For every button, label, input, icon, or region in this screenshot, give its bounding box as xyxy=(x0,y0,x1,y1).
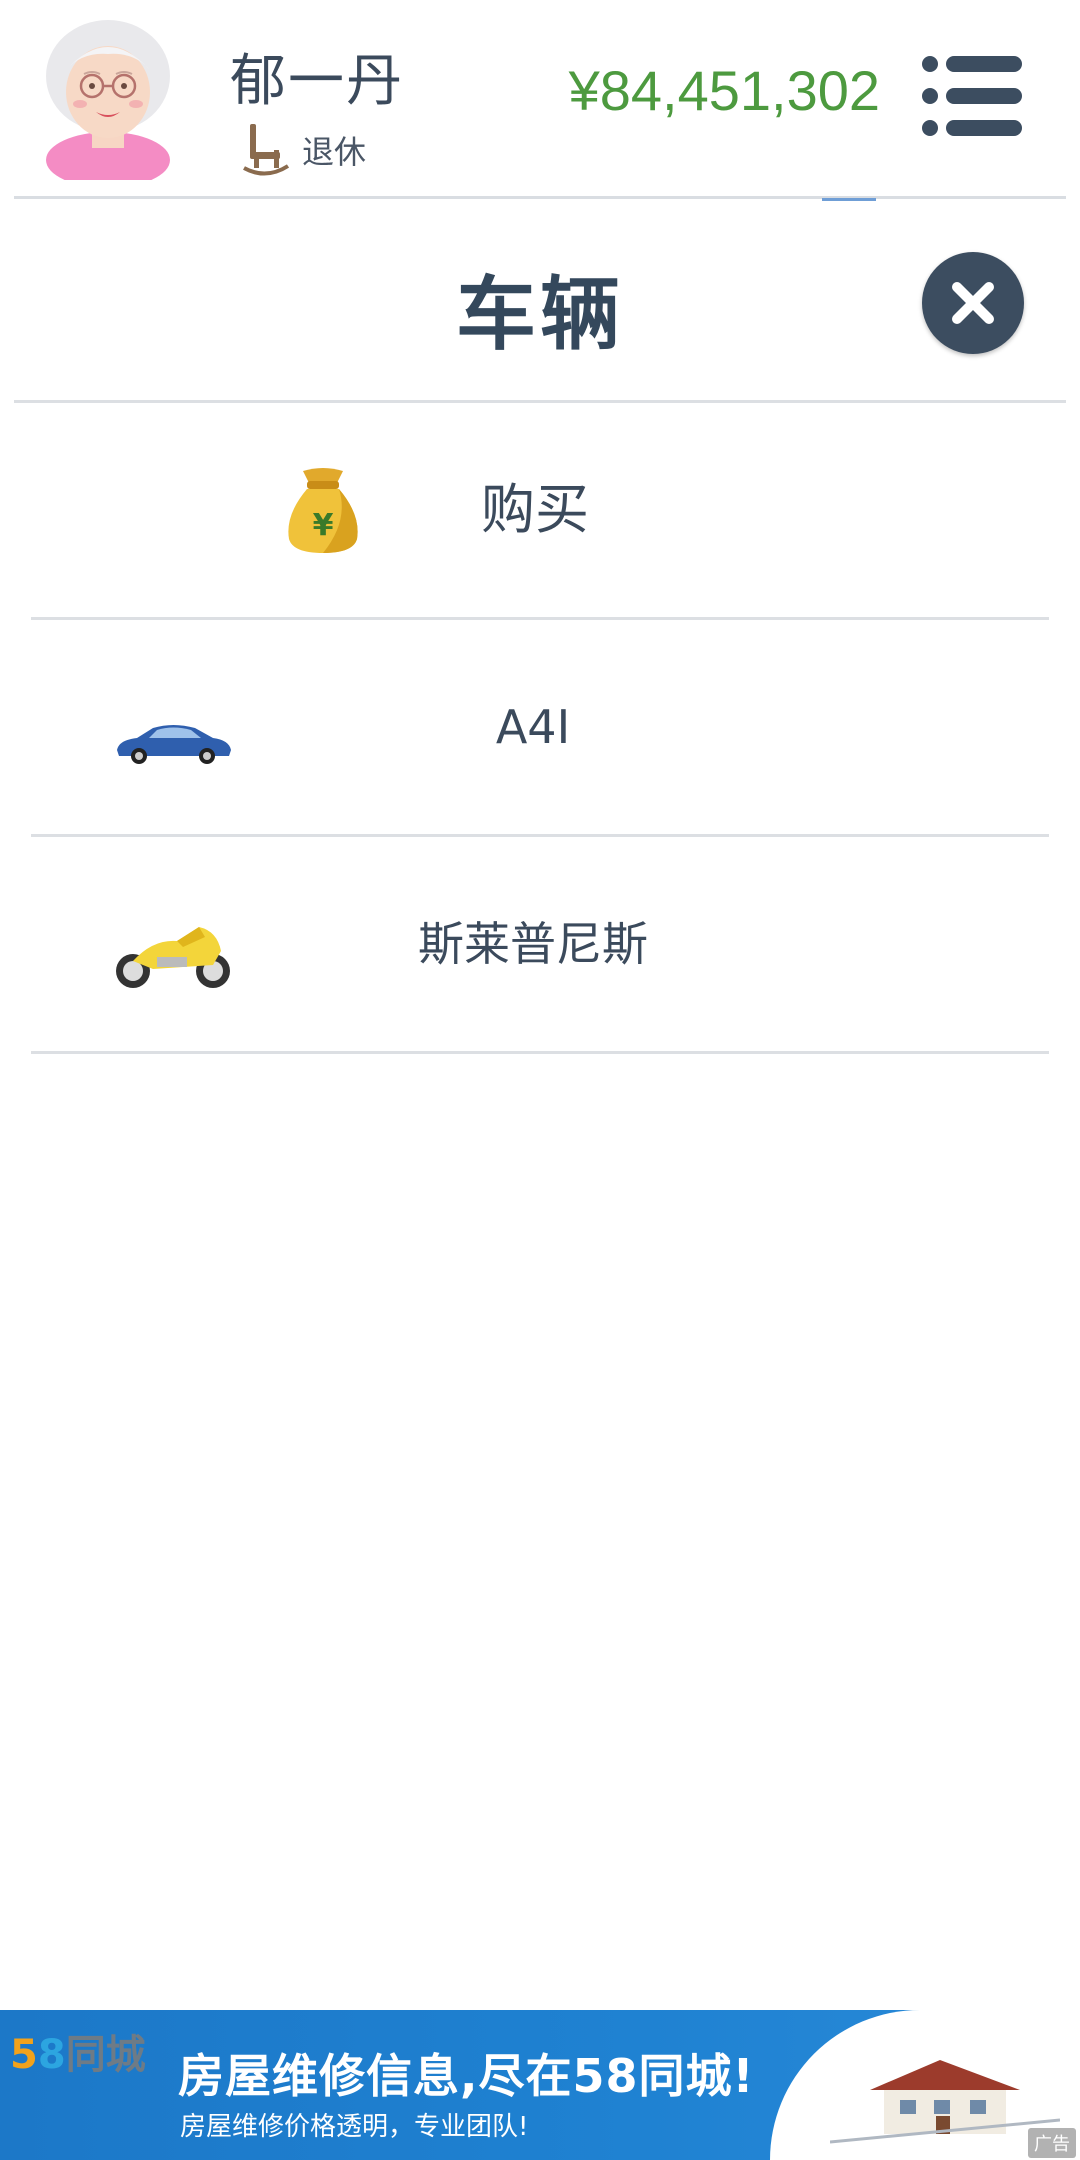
close-button[interactable] xyxy=(922,252,1024,354)
vehicle-list: ¥ 购买 A4I 斯莱普尼斯 xyxy=(31,403,1049,1054)
svg-text:¥: ¥ xyxy=(313,508,334,543)
ad-logo-digit-5: 5 xyxy=(10,2032,38,2078)
buy-label: 购买 xyxy=(481,478,589,541)
vehicles-screen: 郁一丹 退休 ¥84,451,302 车辆 ¥ 购买 A4I 斯莱普尼斯 58同… xyxy=(0,0,1080,2160)
ad-logo-digit-8: 8 xyxy=(37,2032,66,2078)
player-name: 郁一丹 xyxy=(230,49,404,114)
vehicle-name: 斯莱普尼斯 xyxy=(418,917,648,971)
ad-logo: 58同城 xyxy=(10,2022,146,2080)
ad-tag: 广告 xyxy=(1028,2128,1076,2158)
list-menu-icon[interactable] xyxy=(920,56,1024,136)
buy-vehicle-button[interactable]: ¥ 购买 xyxy=(31,403,1049,620)
player-header: 郁一丹 退休 ¥84,451,302 xyxy=(0,0,1080,201)
close-x-icon xyxy=(952,282,994,324)
money-balance: ¥84,451,302 xyxy=(568,59,880,122)
vehicle-name: A4I xyxy=(495,700,571,754)
ad-banner[interactable]: 58同城 房屋维修信息,尽在58同城! 房屋维修价格透明，专业团队! 广告 xyxy=(0,2010,1080,2160)
modal-title: 车辆 xyxy=(456,268,624,361)
status-label: 退休 xyxy=(302,133,367,171)
ad-headline: 房屋维修信息,尽在58同城! xyxy=(178,2049,755,2103)
status-row: 退休 xyxy=(242,120,366,180)
header-divider xyxy=(14,196,1066,199)
grandma-avatar-icon[interactable] xyxy=(38,14,178,188)
vehicle-row-motorcycle[interactable]: 斯莱普尼斯 xyxy=(31,837,1049,1054)
modal-header: 车辆 xyxy=(14,200,1066,402)
ad-subtitle: 房屋维修价格透明，专业团队! xyxy=(180,2112,529,2142)
ad-logo-text: 同城 xyxy=(65,2032,146,2078)
rocking-chair-icon xyxy=(242,120,290,180)
money-bag-icon: ¥ xyxy=(283,465,363,555)
vehicle-row-car[interactable]: A4I xyxy=(31,620,1049,837)
